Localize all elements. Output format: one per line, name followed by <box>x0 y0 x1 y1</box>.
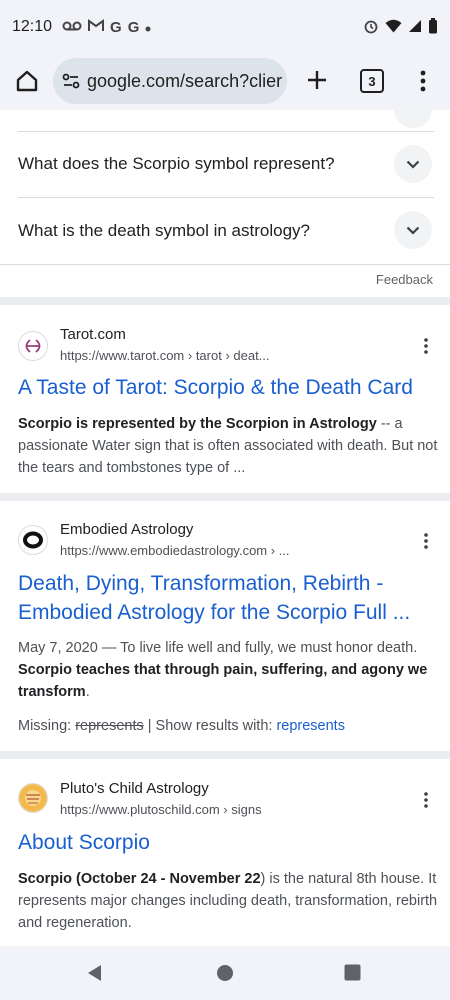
browser-toolbar: google.com/search?clier 3 <box>0 54 450 110</box>
missing-terms: Missing: represents | Show results with:… <box>18 718 345 734</box>
embodied-astrology-favicon[interactable] <box>18 525 48 555</box>
result-separator <box>0 493 450 501</box>
tab-count: 3 <box>368 73 376 89</box>
plus-icon[interactable] <box>304 67 330 93</box>
recents-icon[interactable] <box>344 964 361 986</box>
more-vert-icon[interactable] <box>418 68 428 94</box>
snippet-bold: Scorpio is represented by the Scorpion i… <box>18 416 377 432</box>
status-bar: 12:10 G G <box>0 0 450 54</box>
system-nav-bar <box>0 946 450 1000</box>
more-vert-icon[interactable] <box>424 791 428 809</box>
show-results-link[interactable]: represents <box>276 718 345 734</box>
chevron-down-icon[interactable] <box>394 211 432 249</box>
chevron-down-icon[interactable] <box>394 110 432 128</box>
snippet-end: . <box>85 684 90 700</box>
result-title-link[interactable]: A Taste of Tarot: Scorpio & the Death Ca… <box>18 373 438 402</box>
snippet-text: May 7, 2020 — To live life well and full… <box>18 640 418 656</box>
status-time: 12:10 <box>12 18 53 35</box>
site-name[interactable]: Embodied Astrology <box>60 521 193 538</box>
wifi-icon <box>385 19 402 38</box>
chevron-down-icon[interactable] <box>394 145 432 183</box>
more-vert-icon[interactable] <box>424 532 428 550</box>
battery-icon <box>428 18 438 39</box>
site-info-icon[interactable] <box>61 71 81 91</box>
site-name[interactable]: Pluto's Child Astrology <box>60 780 209 797</box>
notification-icons: G G <box>62 19 151 36</box>
site-url[interactable]: https://www.tarot.com › tarot › deat... <box>60 348 270 363</box>
search-result: Embodied Astrology https://www.embodieda… <box>0 501 450 751</box>
search-result: Pluto's Child Astrology https://www.plut… <box>0 759 450 946</box>
result-separator <box>0 751 450 759</box>
alarm-icon <box>363 18 379 39</box>
site-url[interactable]: https://www.embodiedastrology.com › ... <box>60 543 290 558</box>
voicemail-icon <box>62 19 82 36</box>
plutos-child-favicon[interactable] <box>18 783 48 813</box>
google-icon: G <box>127 18 140 36</box>
missing-label: Missing: <box>18 718 76 734</box>
divider <box>0 264 450 265</box>
google-icon: G <box>110 18 122 36</box>
tarot-favicon[interactable] <box>18 331 48 361</box>
snippet-bold: Scorpio teaches that through pain, suffe… <box>18 662 428 700</box>
result-snippet: May 7, 2020 — To live life well and full… <box>18 637 438 703</box>
result-title-link[interactable]: Death, Dying, Transformation, Rebirth - … <box>18 569 438 627</box>
result-title-link[interactable]: About Scorpio <box>18 828 438 857</box>
back-icon[interactable] <box>86 964 104 987</box>
gmail-icon <box>88 18 105 36</box>
faq-item[interactable]: What does the Scorpio symbol represent? <box>0 131 450 197</box>
missing-word: represents <box>75 718 144 734</box>
result-separator <box>0 297 450 305</box>
address-bar[interactable]: google.com/search?clier <box>53 58 287 104</box>
faq-question[interactable]: What is the death symbol in astrology? <box>18 221 310 241</box>
system-icons <box>363 18 438 39</box>
signal-icon <box>408 19 422 38</box>
feedback-link[interactable]: Feedback <box>376 272 433 287</box>
site-name[interactable]: Tarot.com <box>60 326 126 343</box>
site-url[interactable]: https://www.plutoschild.com › signs <box>60 802 262 817</box>
faq-item[interactable]: What is the death symbol in astrology? <box>0 197 450 263</box>
home-circle-icon[interactable] <box>216 964 234 987</box>
dot-icon <box>145 19 151 36</box>
url-text[interactable]: google.com/search?clier <box>87 71 282 92</box>
more-vert-icon[interactable] <box>424 337 428 355</box>
search-result: Tarot.com https://www.tarot.com › tarot … <box>0 305 450 495</box>
result-snippet: Scorpio is represented by the Scorpion i… <box>18 413 438 479</box>
result-snippet: Scorpio (October 24 - November 22) is th… <box>18 868 438 934</box>
page-content: What does the Scorpio symbol represent? … <box>0 110 450 946</box>
faq-question[interactable]: What does the Scorpio symbol represent? <box>18 154 335 174</box>
home-icon[interactable] <box>14 68 40 94</box>
tab-switcher-button[interactable]: 3 <box>360 69 384 93</box>
snippet-bold: Scorpio (October 24 - November 22 <box>18 871 261 887</box>
show-results-label: | Show results with: <box>143 718 277 734</box>
